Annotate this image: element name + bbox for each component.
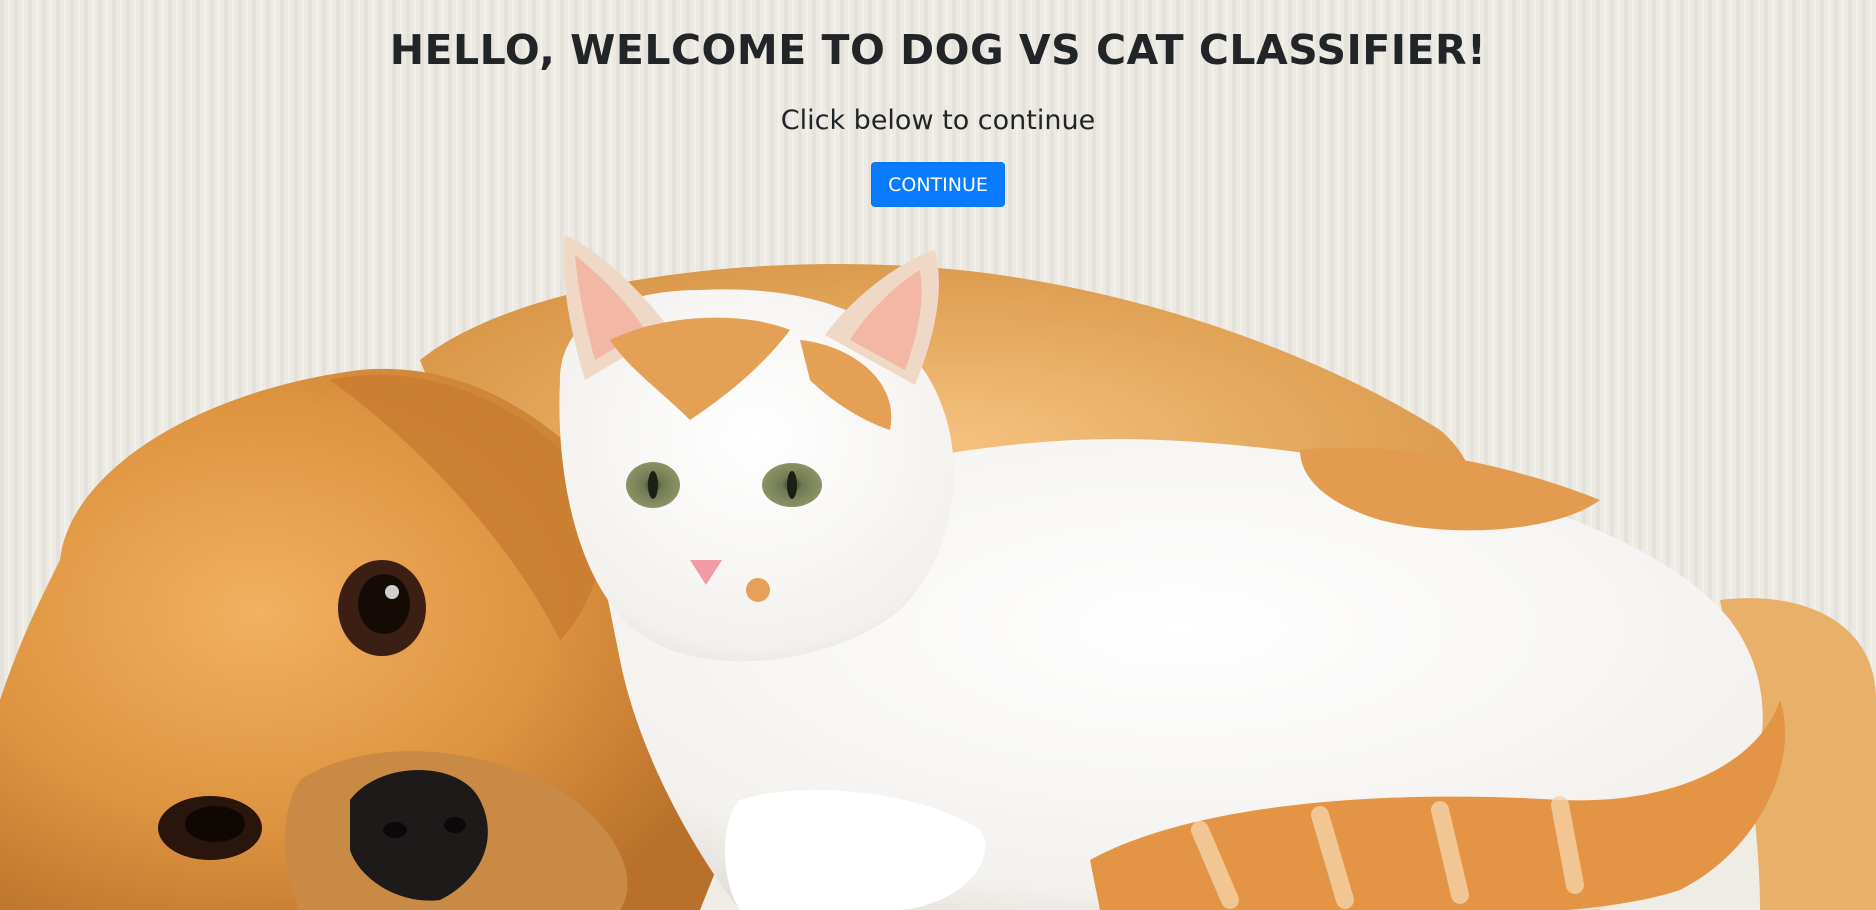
hero-section: HELLO, WELCOME TO DOG VS CAT CLASSIFIER!…: [0, 0, 1876, 207]
page-title: HELLO, WELCOME TO DOG VS CAT CLASSIFIER!: [389, 26, 1487, 74]
continue-button[interactable]: CONTINUE: [871, 162, 1005, 207]
page-subtitle: Click below to continue: [780, 105, 1096, 136]
landing-page: HELLO, WELCOME TO DOG VS CAT CLASSIFIER!…: [0, 0, 1876, 910]
